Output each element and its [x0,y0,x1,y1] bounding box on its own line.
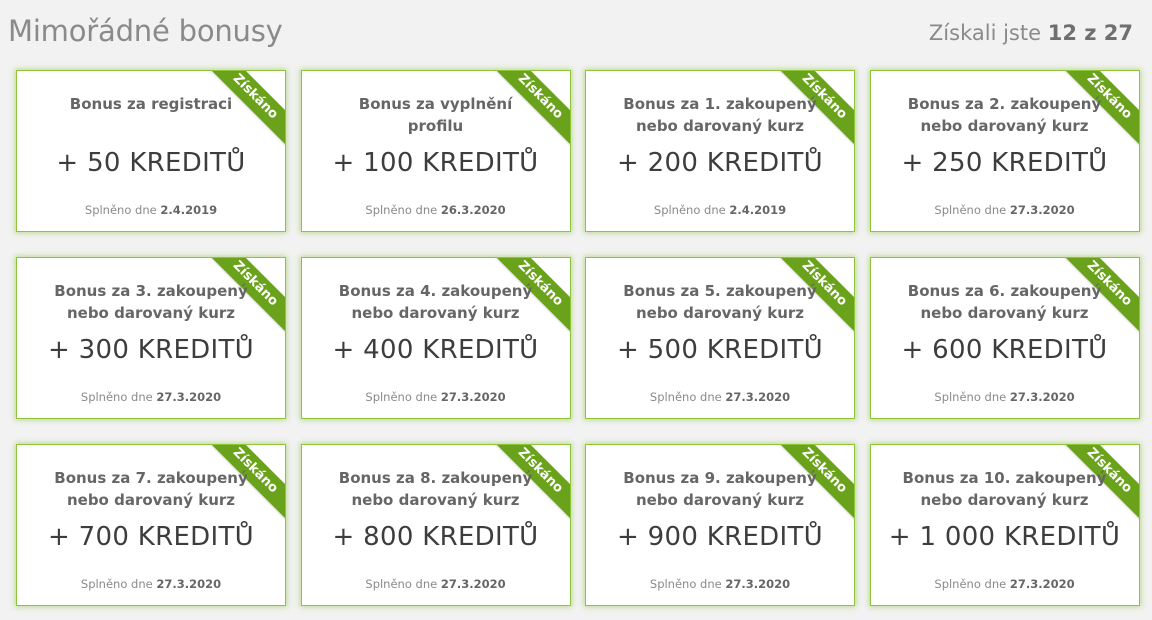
bonus-card: Získáno Bonus za 4. zakoupený nebo darov… [300,257,571,419]
bonus-amount: + 900 KREDITŮ [617,522,823,552]
progress-label: Získali jste [928,21,1042,45]
bonus-title: Bonus za 3. zakoupený nebo darovaný kurz [54,282,248,322]
bonus-card: Získáno Bonus za 10. zakoupený nebo daro… [869,444,1140,606]
bonus-card: Získáno Bonus za 8. zakoupený nebo darov… [300,444,571,606]
page-title: Mimořádné bonusy [8,14,283,48]
bonus-amount: + 200 KREDITŮ [617,148,823,178]
bonus-completed-date: Splněno dne 27.3.2020 [80,390,222,404]
bonus-completed-date: Splněno dne 27.3.2020 [80,577,222,591]
bonus-amount: + 50 KREDITŮ [56,148,246,178]
bonus-completed-date: Splněno dne 27.3.2020 [649,577,791,591]
bonus-amount: + 500 KREDITŮ [617,335,823,365]
bonus-title: Bonus za 9. zakoupený nebo darovaný kurz [623,469,817,509]
bonus-completed-date: Splněno dne 27.3.2020 [934,203,1075,217]
bonus-amount: + 800 KREDITŮ [332,522,539,552]
bonus-amount: + 600 KREDITŮ [901,335,1108,365]
bonus-completed-date: Splněno dne 27.3.2020 [649,390,791,404]
bonus-card: Získáno Bonus za 7. zakoupený nebo darov… [16,444,286,606]
progress-count: 12 z 27 [1047,21,1133,45]
bonus-title: Bonus za 8. zakoupený nebo darovaný kurz [338,469,533,509]
bonus-card: Získáno Bonus za 3. zakoupený nebo darov… [16,257,286,419]
bonus-card: Získáno Bonus za vyplnění profilu + 100 … [300,70,571,232]
bonus-card: Získáno Bonus za 9. zakoupený nebo darov… [585,444,855,606]
bonus-title: Bonus za 1. zakoupený nebo darovaný kurz [623,95,817,135]
bonus-title: Bonus za 10. zakoupený nebo darovaný kur… [902,469,1107,509]
bonus-completed-date: Splněno dne 27.3.2020 [934,577,1075,591]
bonus-card: Získáno Bonus za registraci + 50 KREDITŮ… [16,70,286,232]
bonus-title: Bonus za 7. zakoupený nebo darovaný kurz [54,469,248,509]
bonus-title: Bonus za 5. zakoupený nebo darovaný kurz [623,282,817,322]
bonus-completed-date: Splněno dne 27.3.2020 [365,390,506,404]
bonus-completed-date: Splněno dne 27.3.2020 [365,577,506,591]
bonus-card: Získáno Bonus za 2. zakoupený nebo darov… [869,70,1140,232]
page-header: Mimořádné bonusy Získali jste 12 z 27 [0,0,1152,64]
bonus-card: Získáno Bonus za 5. zakoupený nebo darov… [585,257,855,419]
bonus-completed-date: Splněno dne 2.4.2019 [653,203,787,217]
bonus-grid: Získáno Bonus za registraci + 50 KREDITŮ… [16,70,1140,606]
bonus-progress: Získali jste 12 z 27 [929,21,1133,45]
bonus-amount: + 300 KREDITŮ [48,335,254,365]
bonus-amount: + 700 KREDITŮ [48,522,254,552]
bonus-amount: + 400 KREDITŮ [332,335,539,365]
bonus-amount: + 1 000 KREDITŮ [888,522,1121,552]
bonus-completed-date: Splněno dne 26.3.2020 [365,203,506,217]
bonus-amount: + 250 KREDITŮ [901,148,1108,178]
bonus-card: Získáno Bonus za 1. zakoupený nebo darov… [585,70,855,232]
bonus-title: Bonus za 2. zakoupený nebo darovaný kurz [907,95,1102,135]
bonus-title: Bonus za 4. zakoupený nebo darovaný kurz [338,282,533,322]
bonus-title: Bonus za 6. zakoupený nebo darovaný kurz [907,282,1102,322]
bonus-title: Bonus za registraci [69,95,233,113]
bonus-completed-date: Splněno dne 2.4.2019 [84,203,218,217]
bonus-completed-date: Splněno dne 27.3.2020 [934,390,1075,404]
bonus-title: Bonus za vyplnění profilu [358,95,513,135]
bonus-card: Získáno Bonus za 6. zakoupený nebo darov… [869,257,1140,419]
bonus-amount: + 100 KREDITŮ [332,148,539,178]
